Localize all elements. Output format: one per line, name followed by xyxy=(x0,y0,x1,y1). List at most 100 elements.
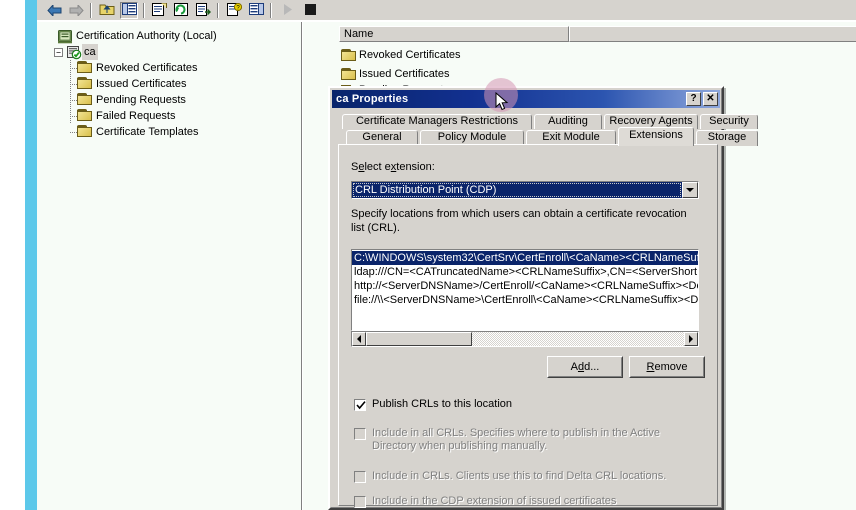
new-window-icon xyxy=(248,3,264,18)
locations-list: C:\WINDOWS\system32\CertSrv\CertEnroll\<… xyxy=(352,250,698,307)
toolbar-show-hide-tree-button[interactable] xyxy=(120,2,138,19)
toolbar-separator xyxy=(217,3,219,18)
checkbox-box[interactable] xyxy=(354,471,366,483)
check-icon xyxy=(356,401,366,410)
add-button-label: Add... xyxy=(570,361,600,373)
column-header-name[interactable]: Name xyxy=(339,26,569,42)
export-list-icon xyxy=(195,2,211,19)
close-icon[interactable]: ✕ xyxy=(703,92,718,106)
folder-icon xyxy=(77,124,93,140)
chevron-down-icon[interactable] xyxy=(682,182,698,198)
tree-item-label: ca xyxy=(82,44,98,60)
scroll-left-icon[interactable] xyxy=(352,332,366,346)
scroll-right-icon[interactable] xyxy=(684,332,698,346)
tree-item-label: Failed Requests xyxy=(96,110,176,122)
tab-auditing[interactable]: Auditing xyxy=(534,114,602,129)
location-item[interactable]: C:\WINDOWS\system32\CertSrv\CertEnroll\<… xyxy=(352,251,698,265)
scrollbar-track[interactable] xyxy=(366,332,684,346)
tree-item-label: Pending Requests xyxy=(96,94,186,106)
tree-item-issued-certificates[interactable]: Issued Certificates xyxy=(43,76,301,92)
list-item[interactable]: Revoked Certificates xyxy=(341,47,461,63)
stop-icon xyxy=(304,3,316,18)
console-tree-pane: Certification Authority (Local) − ca Rev… xyxy=(37,22,302,510)
toolbar-stop-service-button[interactable] xyxy=(301,2,319,19)
checkbox-publish-crls[interactable]: Publish CRLs to this location xyxy=(354,398,694,411)
tree-item-label: Issued Certificates xyxy=(96,78,187,90)
tree-item-certificate-templates[interactable]: Certificate Templates xyxy=(43,124,301,140)
refresh-icon xyxy=(174,2,188,19)
tab-extensions[interactable]: Extensions xyxy=(618,127,694,146)
dialog-titlebar[interactable]: ca Properties ? ✕ xyxy=(332,90,720,108)
tree-item-revoked-certificates[interactable]: Revoked Certificates xyxy=(43,60,301,76)
locations-listbox[interactable]: C:\WINDOWS\system32\CertSrv\CertEnroll\<… xyxy=(351,249,699,331)
toolbar-new-window-button[interactable] xyxy=(247,2,265,19)
list-item-label: Issued Certificates xyxy=(359,68,450,80)
checkbox-box[interactable] xyxy=(354,496,366,508)
tree-item-ca[interactable]: − ca xyxy=(43,44,301,60)
location-item[interactable]: file://\\<ServerDNSName>\CertEnroll\<CaN… xyxy=(352,293,698,307)
toolbar-refresh-button[interactable] xyxy=(172,2,190,19)
location-item[interactable]: http://<ServerDNSName>/CertEnroll/<CaNam… xyxy=(352,279,698,293)
toolbar-export-list-button[interactable] xyxy=(194,2,212,19)
list-item-label: Revoked Certificates xyxy=(359,49,461,61)
tree-item-failed-requests[interactable]: Failed Requests xyxy=(43,108,301,124)
tree-item-label: Revoked Certificates xyxy=(96,62,198,74)
folder-icon xyxy=(341,49,356,61)
folder-icon xyxy=(341,68,356,80)
ca-properties-dialog: ca Properties ? ✕ Certificate Managers R… xyxy=(328,86,758,510)
remove-button[interactable]: Remove xyxy=(629,356,705,378)
toolbar-back-button[interactable] xyxy=(45,2,63,19)
dialog-help-button[interactable]: ? xyxy=(686,92,701,106)
scope-tree: Certification Authority (Local) − ca Rev… xyxy=(37,22,301,140)
toolbar-help-button[interactable]: ? xyxy=(225,2,243,19)
extension-select-value: CRL Distribution Point (CDP) xyxy=(352,182,682,198)
tree-expander-collapse-icon[interactable]: − xyxy=(54,47,63,57)
list-item[interactable]: Issued Certificates xyxy=(341,66,449,82)
toolbar-start-service-button[interactable] xyxy=(279,2,297,19)
checkbox-box[interactable] xyxy=(354,428,366,440)
folder-icon xyxy=(77,60,93,76)
play-icon xyxy=(283,3,293,18)
toolbar-forward-button[interactable] xyxy=(67,2,85,19)
toolbar-properties-button[interactable] xyxy=(150,2,168,19)
extension-select[interactable]: CRL Distribution Point (CDP) xyxy=(351,181,699,199)
add-button[interactable]: Add... xyxy=(547,356,623,378)
tree-item-root[interactable]: Certification Authority (Local) xyxy=(43,28,301,44)
help-icon: ? xyxy=(226,2,242,19)
folder-icon xyxy=(77,92,93,108)
checkbox-label: Publish CRLs to this location xyxy=(372,398,513,410)
column-header-blank[interactable] xyxy=(569,26,856,42)
certification-authority-icon xyxy=(57,29,73,44)
arrow-right-icon xyxy=(69,5,84,16)
result-list-header: Name xyxy=(339,26,856,42)
checkbox-box[interactable] xyxy=(354,399,366,411)
select-extension-label: Select extension: xyxy=(351,161,435,173)
folder-icon xyxy=(77,76,93,92)
tab-security[interactable]: Security xyxy=(700,114,758,129)
tree-item-label: Certificate Templates xyxy=(96,126,199,138)
show-tree-icon xyxy=(121,3,137,18)
dialog-tabstrip: Certificate Managers Restrictions Auditi… xyxy=(338,114,758,146)
tree-item-pending-requests[interactable]: Pending Requests xyxy=(43,92,301,108)
checkbox-label: Include in CRLs. Clients use this to fin… xyxy=(372,470,667,482)
location-item[interactable]: ldap:///CN=<CATruncatedName><CRLNameSuff… xyxy=(352,265,698,279)
desktop-background xyxy=(0,0,25,510)
scrollbar-thumb[interactable] xyxy=(366,332,472,346)
up-folder-icon xyxy=(99,2,115,19)
checkbox-include-in-cdp-extension[interactable]: Include in the CDP extension of issued c… xyxy=(354,495,699,508)
screenshot-root: ? Certification Authority (Local) − ca R… xyxy=(0,0,856,510)
toolbar-separator xyxy=(270,3,272,18)
mouse-cursor-icon xyxy=(495,92,509,111)
tab-certificate-managers-restrictions[interactable]: Certificate Managers Restrictions xyxy=(342,114,532,129)
ca-server-icon xyxy=(66,45,82,60)
extensions-tab-page: Select extension: CRL Distribution Point… xyxy=(338,144,718,508)
checkbox-include-in-crls-delta[interactable]: Include in CRLs. Clients use this to fin… xyxy=(354,470,699,483)
locations-horizontal-scrollbar[interactable] xyxy=(351,331,699,347)
console-toolbar: ? xyxy=(37,0,856,21)
extension-description: Specify locations from which users can o… xyxy=(351,208,687,234)
checkbox-include-in-all-crls[interactable]: Include in all CRLs. Specifies where to … xyxy=(354,427,699,453)
toolbar-separator xyxy=(143,3,145,18)
tree-item-label: Certification Authority (Local) xyxy=(76,30,217,42)
toolbar-up-one-level-button[interactable] xyxy=(98,2,116,19)
toolbar-separator xyxy=(90,3,92,18)
